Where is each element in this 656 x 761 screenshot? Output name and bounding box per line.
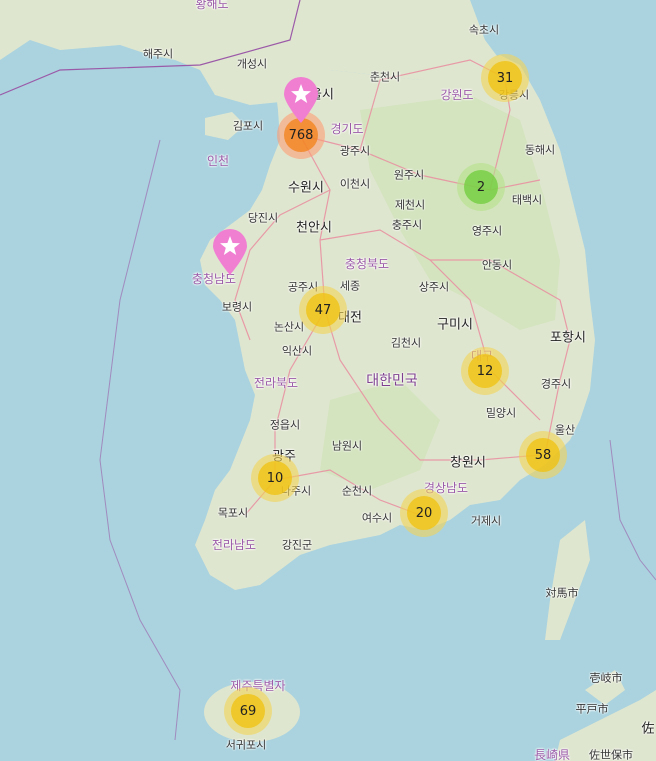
place-label-jeongeup: 정읍시 (269, 418, 301, 432)
place-label-namwon: 남원시 (331, 439, 363, 453)
place-label-gumi: 구미시 (437, 317, 473, 333)
place-label-miryang: 밀양시 (485, 406, 517, 420)
place-label-chuncheon: 춘천시 (369, 70, 401, 84)
place-label-mokpo: 목포시 (217, 506, 249, 520)
place-label-gaeseong: 개성시 (236, 57, 268, 71)
place-label-hirado: 平戸市 (575, 702, 609, 716)
favorite-pin-seoul[interactable] (281, 76, 321, 124)
place-label-sangju: 상주시 (418, 280, 450, 294)
place-label-yeongju: 영주시 (471, 224, 503, 238)
place-label-taebaek: 태백시 (511, 193, 543, 207)
place-label-seogwipo: 서귀포시 (225, 738, 267, 752)
marker-cluster-gwangju[interactable]: 10 (251, 454, 299, 502)
place-label-gyeonggi: 경기도 (330, 122, 364, 136)
place-label-wonju: 원주시 (393, 168, 425, 182)
star-icon (213, 229, 247, 275)
place-label-ulsan: 울산 (554, 423, 576, 437)
place-label-andong: 안동시 (481, 258, 513, 272)
place-label-gyeongju: 경주시 (540, 377, 572, 391)
place-label-jeonnam: 전라남도 (211, 538, 257, 552)
place-label-gwangju_gg: 광주시 (339, 144, 371, 158)
cluster-count: 47 (306, 293, 340, 327)
place-label-suncheon: 순천시 (341, 484, 373, 498)
place-label-haeju: 해주시 (142, 47, 174, 61)
place-label-gangjin: 강진군 (281, 538, 313, 552)
cluster-count: 12 (468, 354, 502, 388)
place-label-tsushima: 対馬市 (545, 586, 579, 600)
marker-cluster-gangneung[interactable]: 31 (481, 54, 529, 102)
place-label-dangjin: 당진시 (247, 211, 279, 225)
cluster-count: 2 (464, 170, 498, 204)
favorite-pin-chungnam[interactable] (210, 228, 250, 276)
place-label-donghae: 동해시 (524, 143, 556, 157)
place-label-sokcho: 속초시 (468, 23, 500, 37)
place-label-boryeong: 보령시 (221, 300, 253, 314)
place-label-hwanghae: 황해도 (195, 0, 229, 11)
place-label-incheon: 인천 (206, 154, 230, 168)
place-label-chungbuk: 충청북도 (344, 257, 390, 271)
place-label-cheonan: 천안시 (296, 220, 332, 236)
marker-cluster-busan[interactable]: 58 (519, 431, 567, 479)
marker-cluster-jeju[interactable]: 69 (224, 687, 272, 735)
place-label-nagasaki: 長崎県 (533, 748, 571, 761)
marker-cluster-suncheon[interactable]: 20 (400, 489, 448, 537)
place-label-gangwon: 강원도 (440, 88, 474, 102)
place-label-gimcheon: 김천시 (390, 336, 422, 350)
cluster-count: 69 (231, 694, 265, 728)
place-label-sejong: 세종 (339, 279, 361, 293)
place-label-yeosu: 여수시 (361, 511, 393, 525)
cluster-count: 10 (258, 461, 292, 495)
star-icon (284, 77, 318, 123)
cluster-count: 31 (488, 61, 522, 95)
place-label-suwon: 수원시 (288, 180, 324, 196)
place-label-geoje: 거제시 (470, 514, 502, 528)
marker-cluster-daejeon[interactable]: 47 (299, 286, 347, 334)
place-label-jeonbuk: 전라북도 (253, 376, 299, 390)
cluster-count: 20 (407, 496, 441, 530)
marker-cluster-east[interactable]: 2 (457, 163, 505, 211)
place-label-saga: 佐 (641, 721, 655, 737)
place-label-iki: 壱岐市 (589, 671, 623, 685)
place-label-changwon: 창원시 (450, 455, 486, 471)
map-view[interactable]: 해주시황해도개성시속초시춘천시강원도강릉시울시김포시경기도인천광주시수원시이천시… (0, 0, 656, 761)
cluster-count: 58 (526, 438, 560, 472)
place-label-pohang: 포항시 (550, 330, 586, 346)
place-label-icheon: 이천시 (339, 177, 371, 191)
place-label-chungju: 충주시 (391, 218, 423, 232)
place-label-nonsan: 논산시 (273, 320, 305, 334)
place-label-gimpo: 김포시 (232, 119, 264, 133)
place-label-iksan: 익산시 (281, 344, 313, 358)
place-label-korea: 대한민국 (366, 373, 418, 389)
place-label-sasebo: 佐世保市 (589, 748, 633, 761)
place-label-jecheon: 제천시 (394, 198, 426, 212)
marker-cluster-daegu[interactable]: 12 (461, 347, 509, 395)
